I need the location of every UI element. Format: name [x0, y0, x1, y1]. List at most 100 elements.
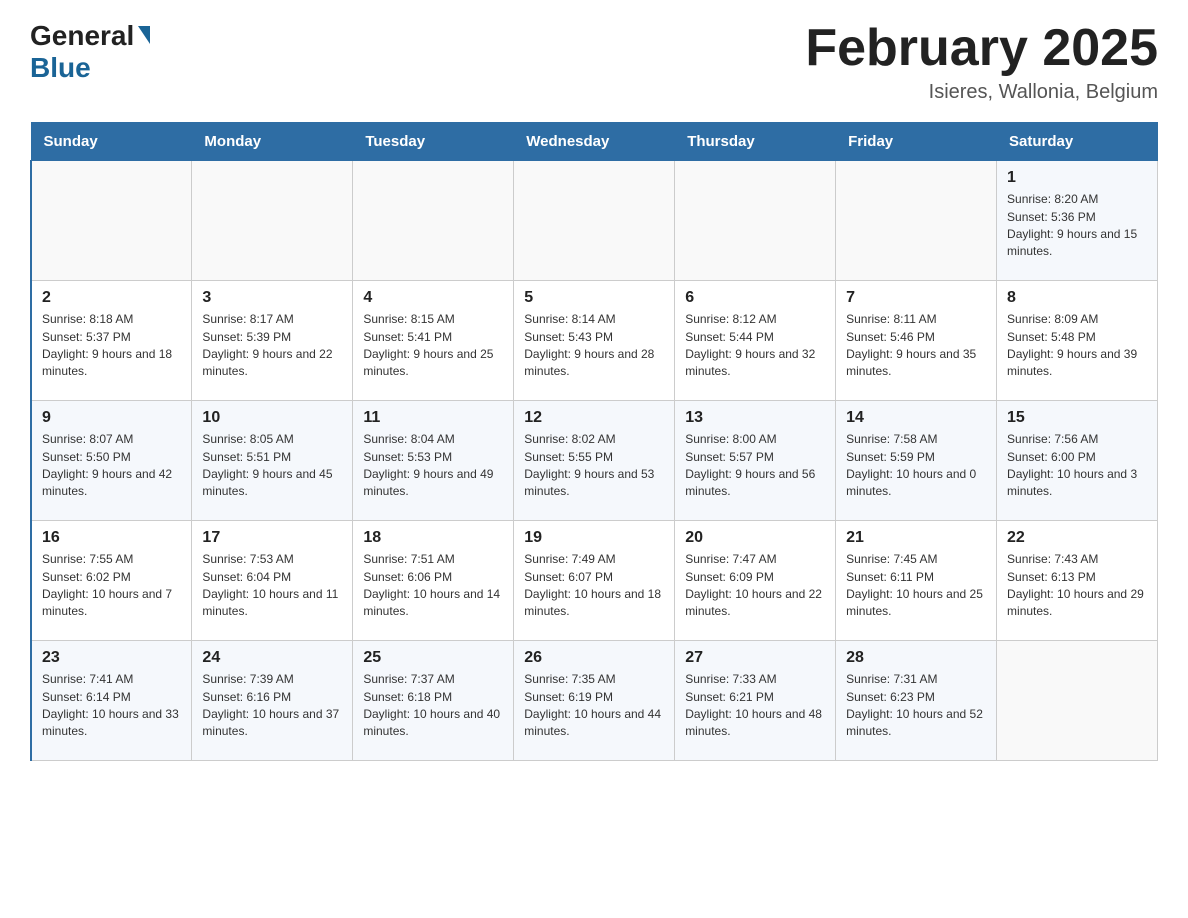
day-info: Sunrise: 7:35 AMSunset: 6:19 PMDaylight:…: [524, 671, 664, 741]
day-info: Sunrise: 7:45 AMSunset: 6:11 PMDaylight:…: [846, 551, 986, 621]
day-number: 23: [42, 649, 181, 667]
calendar-cell: 19 Sunrise: 7:49 AMSunset: 6:07 PMDayligh…: [514, 521, 675, 641]
calendar-cell: [31, 161, 192, 281]
calendar-week-row: 16 Sunrise: 7:55 AMSunset: 6:02 PMDayligh…: [31, 521, 1158, 641]
calendar-cell: 22 Sunrise: 7:43 AMSunset: 6:13 PMDayligh…: [997, 521, 1158, 641]
calendar-cell: [675, 161, 836, 281]
calendar-cell: [353, 161, 514, 281]
calendar-cell: [514, 161, 675, 281]
day-info: Sunrise: 7:58 AMSunset: 5:59 PMDaylight:…: [846, 431, 986, 501]
calendar-cell: 3 Sunrise: 8:17 AMSunset: 5:39 PMDaylight…: [192, 281, 353, 401]
day-number: 20: [685, 529, 825, 547]
day-number: 5: [524, 289, 664, 307]
day-number: 18: [363, 529, 503, 547]
day-info: Sunrise: 8:11 AMSunset: 5:46 PMDaylight:…: [846, 311, 986, 381]
day-info: Sunrise: 7:51 AMSunset: 6:06 PMDaylight:…: [363, 551, 503, 621]
calendar-week-row: 1 Sunrise: 8:20 AMSunset: 5:36 PMDaylight…: [31, 161, 1158, 281]
day-number: 4: [363, 289, 503, 307]
day-number: 11: [363, 409, 503, 427]
logo-blue-text: Blue: [30, 52, 91, 83]
day-number: 22: [1007, 529, 1147, 547]
logo-text: General: [30, 20, 150, 52]
calendar-cell: 11 Sunrise: 8:04 AMSunset: 5:53 PMDayligh…: [353, 401, 514, 521]
day-number: 3: [202, 289, 342, 307]
day-number: 25: [363, 649, 503, 667]
day-info: Sunrise: 8:02 AMSunset: 5:55 PMDaylight:…: [524, 431, 664, 501]
calendar-cell: [997, 641, 1158, 761]
calendar-cell: 21 Sunrise: 7:45 AMSunset: 6:11 PMDayligh…: [836, 521, 997, 641]
day-info: Sunrise: 7:33 AMSunset: 6:21 PMDaylight:…: [685, 671, 825, 741]
day-number: 17: [202, 529, 342, 547]
day-number: 9: [42, 409, 181, 427]
logo-general-text: General: [30, 20, 134, 52]
calendar-week-row: 2 Sunrise: 8:18 AMSunset: 5:37 PMDaylight…: [31, 281, 1158, 401]
calendar-cell: 5 Sunrise: 8:14 AMSunset: 5:43 PMDaylight…: [514, 281, 675, 401]
calendar-cell: 9 Sunrise: 8:07 AMSunset: 5:50 PMDaylight…: [31, 401, 192, 521]
calendar-cell: 16 Sunrise: 7:55 AMSunset: 6:02 PMDayligh…: [31, 521, 192, 641]
calendar-header-row: SundayMondayTuesdayWednesdayThursdayFrid…: [31, 123, 1158, 161]
day-header-thursday: Thursday: [675, 123, 836, 161]
day-number: 2: [42, 289, 181, 307]
calendar-cell: [836, 161, 997, 281]
day-number: 7: [846, 289, 986, 307]
day-number: 19: [524, 529, 664, 547]
day-header-friday: Friday: [836, 123, 997, 161]
day-info: Sunrise: 8:07 AMSunset: 5:50 PMDaylight:…: [42, 431, 181, 501]
day-info: Sunrise: 8:00 AMSunset: 5:57 PMDaylight:…: [685, 431, 825, 501]
day-number: 21: [846, 529, 986, 547]
day-number: 6: [685, 289, 825, 307]
calendar-cell: 10Sunrise: 8:05 AMSunset: 5:51 PMDayligh…: [192, 401, 353, 521]
calendar-cell: [192, 161, 353, 281]
day-number: 27: [685, 649, 825, 667]
calendar-cell: 13 Sunrise: 8:00 AMSunset: 5:57 PMDayligh…: [675, 401, 836, 521]
day-info: Sunrise: 7:55 AMSunset: 6:02 PMDaylight:…: [42, 551, 181, 621]
day-info: Sunrise: 7:43 AMSunset: 6:13 PMDaylight:…: [1007, 551, 1147, 621]
calendar-week-row: 9 Sunrise: 8:07 AMSunset: 5:50 PMDaylight…: [31, 401, 1158, 521]
calendar-cell: 26Sunrise: 7:35 AMSunset: 6:19 PMDayligh…: [514, 641, 675, 761]
day-info: Sunrise: 8:17 AMSunset: 5:39 PMDaylight:…: [202, 311, 342, 381]
calendar-cell: 2 Sunrise: 8:18 AMSunset: 5:37 PMDaylight…: [31, 281, 192, 401]
calendar-cell: 4Sunrise: 8:15 AMSunset: 5:41 PMDaylight…: [353, 281, 514, 401]
day-header-tuesday: Tuesday: [353, 123, 514, 161]
day-info: Sunrise: 7:31 AMSunset: 6:23 PMDaylight:…: [846, 671, 986, 741]
day-info: Sunrise: 7:47 AMSunset: 6:09 PMDaylight:…: [685, 551, 825, 621]
day-info: Sunrise: 8:18 AMSunset: 5:37 PMDaylight:…: [42, 311, 181, 381]
day-info: Sunrise: 7:41 AMSunset: 6:14 PMDaylight:…: [42, 671, 181, 741]
calendar-cell: 14 Sunrise: 7:58 AMSunset: 5:59 PMDayligh…: [836, 401, 997, 521]
day-info: Sunrise: 8:12 AMSunset: 5:44 PMDaylight:…: [685, 311, 825, 381]
day-info: Sunrise: 7:37 AMSunset: 6:18 PMDaylight:…: [363, 671, 503, 741]
calendar-week-row: 23 Sunrise: 7:41 AMSunset: 6:14 PMDayligh…: [31, 641, 1158, 761]
day-info: Sunrise: 8:05 AMSunset: 5:51 PMDaylight:…: [202, 431, 342, 501]
calendar-cell: 6 Sunrise: 8:12 AMSunset: 5:44 PMDaylight…: [675, 281, 836, 401]
calendar-cell: 24Sunrise: 7:39 AMSunset: 6:16 PMDayligh…: [192, 641, 353, 761]
day-info: Sunrise: 8:20 AMSunset: 5:36 PMDaylight:…: [1007, 191, 1147, 261]
calendar-cell: 25 Sunrise: 7:37 AMSunset: 6:18 PMDayligh…: [353, 641, 514, 761]
logo-arrow-icon: [138, 26, 150, 44]
day-number: 14: [846, 409, 986, 427]
day-number: 16: [42, 529, 181, 547]
calendar-cell: 27 Sunrise: 7:33 AMSunset: 6:21 PMDayligh…: [675, 641, 836, 761]
day-info: Sunrise: 8:04 AMSunset: 5:53 PMDaylight:…: [363, 431, 503, 501]
calendar-cell: 1 Sunrise: 8:20 AMSunset: 5:36 PMDaylight…: [997, 161, 1158, 281]
calendar-cell: 12 Sunrise: 8:02 AMSunset: 5:55 PMDayligh…: [514, 401, 675, 521]
title-block: February 2025 Isieres, Wallonia, Belgium: [805, 20, 1158, 104]
day-info: Sunrise: 7:49 AMSunset: 6:07 PMDaylight:…: [524, 551, 664, 621]
calendar-cell: 17 Sunrise: 7:53 AMSunset: 6:04 PMDayligh…: [192, 521, 353, 641]
day-number: 1: [1007, 169, 1147, 187]
day-info: Sunrise: 7:39 AMSunset: 6:16 PMDaylight:…: [202, 671, 342, 741]
location-text: Isieres, Wallonia, Belgium: [805, 81, 1158, 104]
calendar-cell: 20 Sunrise: 7:47 AMSunset: 6:09 PMDayligh…: [675, 521, 836, 641]
calendar-cell: 18 Sunrise: 7:51 AMSunset: 6:06 PMDayligh…: [353, 521, 514, 641]
day-number: 13: [685, 409, 825, 427]
month-title: February 2025: [805, 20, 1158, 77]
day-header-monday: Monday: [192, 123, 353, 161]
day-number: 12: [524, 409, 664, 427]
day-number: 15: [1007, 409, 1147, 427]
day-info: Sunrise: 7:53 AMSunset: 6:04 PMDaylight:…: [202, 551, 342, 621]
day-info: Sunrise: 7:56 AMSunset: 6:00 PMDaylight:…: [1007, 431, 1147, 501]
day-header-wednesday: Wednesday: [514, 123, 675, 161]
page-header: General Blue February 2025 Isieres, Wall…: [30, 20, 1158, 104]
calendar-cell: 15 Sunrise: 7:56 AMSunset: 6:00 PMDayligh…: [997, 401, 1158, 521]
day-info: Sunrise: 8:14 AMSunset: 5:43 PMDaylight:…: [524, 311, 664, 381]
calendar-cell: 28Sunrise: 7:31 AMSunset: 6:23 PMDayligh…: [836, 641, 997, 761]
